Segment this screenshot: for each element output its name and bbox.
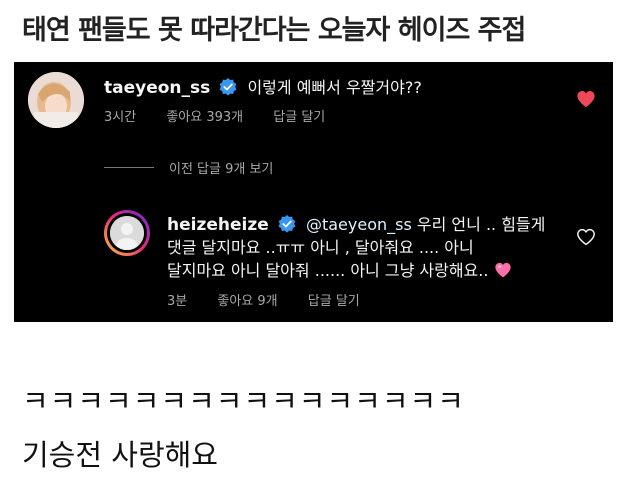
instagram-comments-screenshot: taeyeon_ss 이렇게 예뻐서 우짤거야?? 3시간 좋아요 393개 답… bbox=[14, 62, 613, 322]
heize-comment-line-1: heizeheize @taeyeon_ss 우리 언니 .. 힘들게 bbox=[167, 211, 545, 235]
taeyeon-comment-likes[interactable]: 좋아요 393개 bbox=[166, 110, 243, 125]
verified-badge-icon bbox=[278, 215, 296, 233]
default-profile-icon bbox=[110, 216, 144, 250]
verified-badge-icon bbox=[219, 78, 237, 96]
heize-avatar-image bbox=[110, 216, 144, 250]
pink-heart-emoji-icon bbox=[494, 262, 511, 278]
heize-comment-time: 3분 bbox=[167, 294, 188, 309]
heize-comment-text-1: 우리 언니 .. 힘들게 bbox=[416, 215, 546, 234]
taeyeon-comment-time: 3시간 bbox=[104, 110, 137, 125]
taeyeon-username[interactable]: taeyeon_ss bbox=[104, 78, 210, 98]
article-caption: 기승전 사랑해요 bbox=[22, 438, 218, 472]
taeyeon-comment-text: 이렇게 예뻐서 우짤거야?? bbox=[247, 78, 422, 97]
heize-mention-link[interactable]: @taeyeon_ss bbox=[306, 215, 412, 234]
heize-comment-text-3: 달지마요 아니 달아줘 ...... 아니 그냥 사랑해요.. bbox=[167, 261, 489, 280]
heize-comment-line-3: 달지마요 아니 달아줘 ...... 아니 그냥 사랑해요.. bbox=[167, 257, 512, 281]
heize-reply-button[interactable]: 답글 달기 bbox=[308, 294, 360, 309]
taeyeon-comment-line: taeyeon_ss 이렇게 예뻐서 우짤거야?? bbox=[104, 74, 422, 98]
taeyeon-avatar-image bbox=[28, 72, 84, 128]
heize-avatar-ring-gap bbox=[107, 213, 147, 253]
heize-avatar[interactable] bbox=[104, 210, 150, 256]
heize-comment-text-2: 댓글 달지마요 ..ㅠㅠ 아니 , 달아줘요 .... 아니 bbox=[167, 238, 474, 257]
replies-divider bbox=[104, 167, 154, 168]
heize-comment-meta: 3분 좋아요 9개 답글 달기 bbox=[167, 290, 386, 309]
heart-filled-icon[interactable] bbox=[576, 90, 596, 108]
view-previous-replies-button[interactable]: 이전 답글 9개 보기 bbox=[169, 158, 273, 177]
article-headline: 태연 팬들도 못 따라간다는 오늘자 헤이즈 주접 bbox=[22, 15, 526, 46]
heize-comment-likes[interactable]: 좋아요 9개 bbox=[217, 294, 277, 309]
taeyeon-reply-button[interactable]: 답글 달기 bbox=[273, 110, 325, 125]
taeyeon-avatar[interactable] bbox=[28, 72, 84, 128]
heart-outline-icon[interactable] bbox=[576, 228, 596, 246]
laughing-reaction-text: ㅋㅋㅋㅋㅋㅋㅋㅋㅋㅋㅋㅋㅋㅋㅋㅋ bbox=[22, 384, 465, 418]
heize-username[interactable]: heizeheize bbox=[167, 215, 269, 235]
taeyeon-comment-meta: 3시간 좋아요 393개 답글 달기 bbox=[104, 106, 351, 125]
